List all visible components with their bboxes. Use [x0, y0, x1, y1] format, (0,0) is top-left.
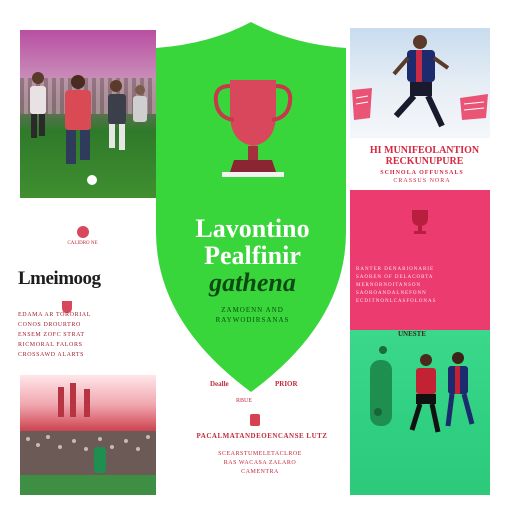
- left-small-label: CALIDRO NE: [67, 241, 98, 246]
- center-title-line-1: Lavontino: [195, 214, 310, 243]
- center-sub-line-1: ZAMOENN AND: [221, 306, 284, 314]
- left-line-2: CONOS DROURTRO: [18, 322, 81, 328]
- pink-info-panel: RANTER DENARIONARIE SAOREN OF DELACORTA …: [350, 190, 490, 330]
- left-text-block: EDAMA AR TORORIAL CONOS DROURTRO ENSEM Z…: [18, 310, 158, 360]
- bottom-text-block: SCEARSTUMELETACLROE RAS WACASA ZALARO CA…: [185, 450, 335, 477]
- photo-football-players: [20, 30, 156, 198]
- stadium-illustration: [20, 383, 156, 495]
- center-title: Lavontino Pealfinir gathena: [160, 215, 345, 296]
- pink-line-1: RANTER DENARIONARIE: [356, 267, 435, 272]
- photo-stadium-crowd: [20, 375, 156, 495]
- photo-striker: [350, 28, 490, 138]
- bottom-label-c: RBUE: [236, 398, 253, 404]
- center-title-line-3: gathena: [209, 268, 296, 297]
- striker-illustration: [352, 35, 488, 128]
- green-players-panel: UNESTE: [350, 330, 490, 495]
- right-headline: HI MUNIFEOLANTION RECKUNUPURE: [369, 145, 480, 167]
- bottom-line-1: SCEARSTUMELETACLROE: [218, 451, 302, 457]
- center-title-line-2: Pealfinir: [204, 241, 301, 270]
- center-subtitle: ZAMOENN AND RAYWODIRSANAS: [180, 305, 325, 325]
- bottom-label-a: Dealle: [210, 380, 229, 388]
- players-illustration: [30, 72, 147, 185]
- green-players-illustration: [370, 346, 475, 433]
- bottom-headline: PACALMATANDEOENCANSE LUTZ: [196, 432, 328, 440]
- left-line-4: RICMORAL FALORS: [18, 342, 83, 348]
- left-title: Lmeimoog: [18, 268, 101, 289]
- left-line-5: CROSSAWD ALARTS: [18, 352, 85, 358]
- mini-trophy-icon: [412, 210, 428, 234]
- pink-line-5: ECDITNONLCASFOLONAS: [356, 299, 437, 304]
- bottom-line-2: RAS WACASA ZALARO: [223, 460, 297, 466]
- left-line-1: EDAMA AR TORORIAL: [18, 312, 91, 318]
- bottom-label-b: PRIOR: [275, 380, 298, 388]
- right-subline-1: SCHNOLA OFFUNSALS: [380, 170, 464, 176]
- left-line-3: ENSEM ZOFC STRAT: [18, 332, 85, 338]
- green-shield-crest: [156, 22, 346, 392]
- pink-line-2: SAOREN OF DELACORTA: [356, 275, 434, 280]
- right-subline-2: CRASSUS NORA: [393, 178, 451, 184]
- pink-line-4: SAOROANDALNEFONN: [356, 291, 427, 296]
- pink-line-3: MERNORNOITANSON: [356, 283, 422, 288]
- center-sub-line-2: RAYWODIRSANAS: [215, 316, 290, 324]
- bottom-line-3: CAMENTRA: [241, 469, 279, 475]
- bottom-crest-icon: [250, 414, 260, 426]
- left-small-logo-block: CALIDRO NE: [40, 225, 125, 246]
- small-crest-icon: [76, 226, 89, 238]
